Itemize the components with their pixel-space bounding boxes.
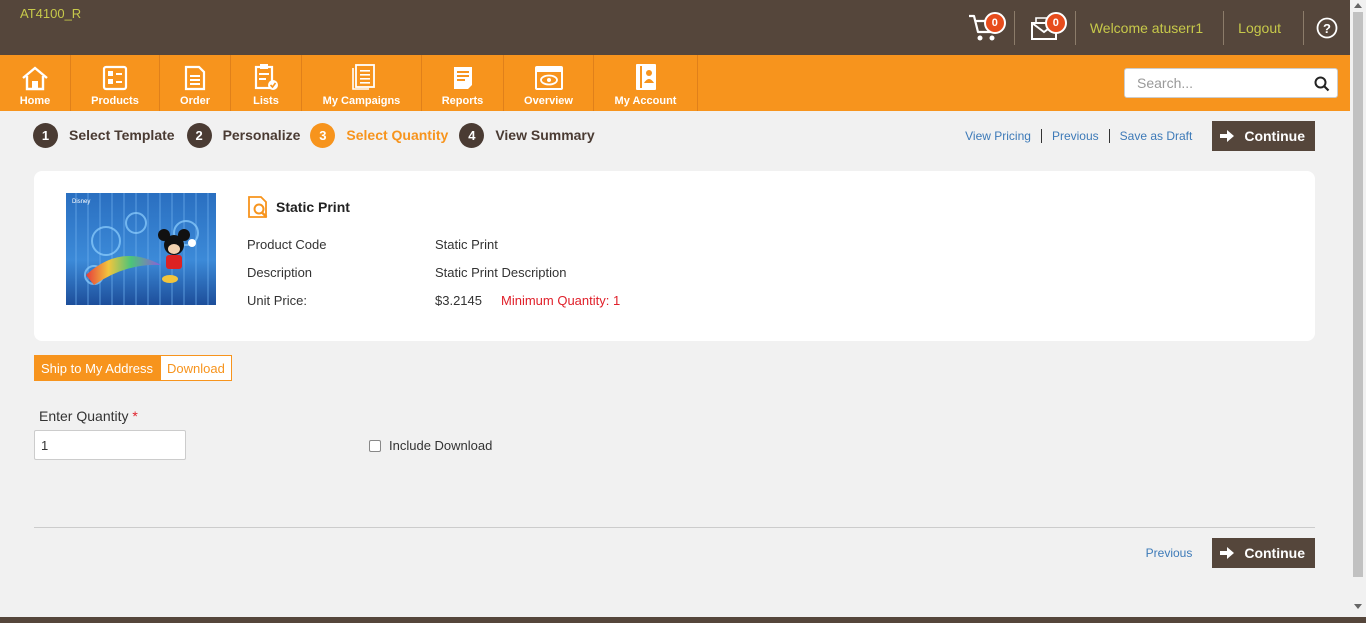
unit-price-value: $3.2145: [435, 293, 482, 308]
previous-link[interactable]: Previous: [1052, 129, 1099, 143]
top-right-controls: 0 0 Welcome atuserr1 Logout ?: [954, 0, 1350, 55]
footer-strip: [0, 617, 1366, 623]
bottom-actions: Previous Continue: [1146, 538, 1315, 568]
logout-link[interactable]: Logout: [1224, 20, 1303, 36]
top-actions: View Pricing Previous Save as Draft Cont…: [965, 121, 1315, 151]
main-nav: Home Products Order Lists My Campaigns R…: [0, 55, 1350, 111]
product-code-value: Static Print: [435, 237, 498, 252]
minimum-quantity-note: Minimum Quantity: 1: [501, 293, 621, 308]
nav-products[interactable]: Products: [71, 55, 160, 111]
product-code-label: Product Code: [247, 237, 327, 252]
step-select-quantity[interactable]: 3 Select Quantity: [310, 122, 449, 148]
vertical-scrollbar[interactable]: [1350, 0, 1366, 612]
arrow-right-icon: [1220, 547, 1235, 559]
preview-icon[interactable]: [246, 195, 270, 219]
products-icon: [102, 65, 128, 91]
step-number: 3: [310, 122, 336, 148]
nav-my-campaigns[interactable]: My Campaigns: [302, 55, 422, 111]
step-label: Select Quantity: [346, 127, 449, 143]
divider: [1040, 129, 1042, 143]
order-icon: [184, 65, 206, 91]
previous-link-bottom[interactable]: Previous: [1146, 546, 1193, 560]
home-icon: [22, 66, 48, 91]
nav-label: Products: [91, 95, 139, 107]
step-personalize[interactable]: 2 Personalize: [186, 122, 301, 148]
reports-icon: [453, 67, 472, 89]
product-thumbnail: Disney: [66, 193, 216, 305]
help-icon: ?: [1316, 17, 1338, 38]
include-download-option: Include Download: [369, 438, 492, 453]
nav-label: Lists: [253, 95, 279, 107]
required-mark: *: [132, 408, 138, 424]
include-download-checkbox[interactable]: [369, 439, 381, 452]
nav-label: My Account: [614, 95, 677, 107]
scroll-thumb[interactable]: [1353, 12, 1363, 577]
top-bar: AT4100_R 0 0 Welcome atuserr1 Logout ?: [0, 0, 1350, 55]
step-number: 4: [459, 122, 485, 148]
step-view-summary[interactable]: 4 View Summary: [459, 122, 595, 148]
search-input[interactable]: [1125, 69, 1305, 97]
svg-text:Disney: Disney: [72, 199, 90, 205]
scroll-up-arrow[interactable]: [1354, 3, 1362, 8]
account-icon: [635, 64, 656, 90]
nav-home[interactable]: Home: [0, 55, 71, 111]
step-label: Personalize: [222, 127, 301, 143]
nav-overview[interactable]: Overview: [504, 55, 594, 111]
messages-button[interactable]: 0: [1015, 0, 1075, 55]
continue-label: Continue: [1244, 545, 1305, 561]
view-pricing-link[interactable]: View Pricing: [965, 129, 1031, 143]
cart-count-badge: 0: [983, 12, 1006, 34]
step-label: View Summary: [495, 127, 595, 143]
continue-button[interactable]: Continue: [1212, 121, 1315, 151]
wizard-steps: 1 Select Template 2 Personalize 3 Select…: [33, 121, 605, 149]
divider: [1108, 129, 1110, 143]
quantity-label-text: Enter Quantity: [39, 408, 129, 424]
description-value: Static Print Description: [435, 265, 567, 280]
nav-label: Order: [180, 95, 210, 107]
tab-download[interactable]: Download: [160, 355, 232, 381]
site-id: AT4100_R: [20, 6, 82, 21]
cart-button[interactable]: 0: [954, 0, 1014, 55]
lists-icon: [254, 64, 278, 90]
tab-ship-to-my-address[interactable]: Ship to My Address: [34, 355, 160, 381]
save-draft-link[interactable]: Save as Draft: [1120, 129, 1193, 143]
product-card: Disney Static Print Product Code Static …: [34, 171, 1315, 341]
nav-label: Overview: [524, 95, 573, 107]
continue-button-bottom[interactable]: Continue: [1212, 538, 1315, 568]
continue-label: Continue: [1244, 128, 1305, 144]
step-select-template[interactable]: 1 Select Template: [33, 122, 175, 148]
nav-label: Home: [19, 95, 51, 107]
arrow-right-icon: [1220, 130, 1235, 142]
help-button[interactable]: ?: [1304, 0, 1350, 55]
step-number: 2: [186, 122, 212, 148]
step-label: Select Template: [69, 127, 175, 143]
step-number: 1: [33, 122, 58, 148]
search-icon[interactable]: [1314, 76, 1330, 92]
overview-icon: [534, 66, 563, 90]
welcome-text: Welcome atuserr1: [1089, 19, 1204, 36]
nav-label: Reports: [441, 95, 484, 107]
divider: [34, 527, 1315, 528]
nav-label: My Campaigns: [322, 95, 401, 107]
campaigns-icon: [351, 64, 375, 90]
quantity-input[interactable]: [34, 430, 186, 460]
description-label: Description: [247, 265, 313, 280]
quantity-label: Enter Quantity *: [39, 408, 138, 424]
svg-text:?: ?: [1323, 21, 1331, 36]
nav-lists[interactable]: Lists: [231, 55, 302, 111]
product-title: Static Print: [276, 199, 350, 215]
search-box: [1124, 68, 1338, 98]
nav-order[interactable]: Order: [160, 55, 231, 111]
nav-reports[interactable]: Reports: [422, 55, 504, 111]
nav-my-account[interactable]: My Account: [594, 55, 698, 111]
include-download-label: Include Download: [389, 438, 493, 453]
unit-price-label: Unit Price:: [247, 293, 307, 308]
messages-count-badge: 0: [1044, 12, 1067, 34]
scroll-down-arrow[interactable]: [1354, 604, 1362, 609]
delivery-tabs: Ship to My Address Download: [34, 355, 232, 381]
product-title-row: Static Print: [246, 195, 350, 219]
